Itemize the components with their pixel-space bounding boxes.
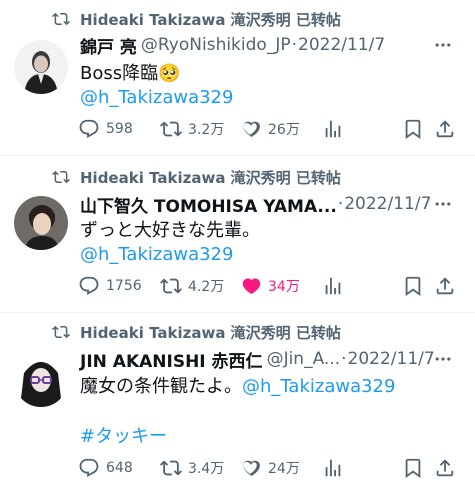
tweet-card[interactable]: Hideaki Takizawa 滝沢秀明 已转帖 山下智久 TOMOHISA … (0, 156, 475, 312)
share-button[interactable] (434, 116, 456, 142)
mention-link[interactable]: @h_Takizawa329 (80, 242, 233, 268)
avatar-image (14, 353, 68, 407)
retweet-icon (160, 457, 182, 479)
like-icon (240, 457, 262, 479)
tweet-text: 魔女の条件観たよ。@h_Takizawa329 (80, 374, 395, 400)
like-icon (240, 118, 262, 140)
tweet-date[interactable]: 2022/11/7 (348, 349, 435, 369)
action-bar: 1756 4.2万 34万 (78, 273, 458, 299)
tweet-date[interactable]: 2022/11/7 (344, 194, 431, 214)
avatar-image (14, 196, 68, 250)
share-icon (434, 275, 456, 297)
author-handle[interactable]: @RyoNishikido_JP (141, 35, 291, 55)
like-button[interactable]: 24万 (240, 455, 300, 481)
action-bar: 598 3.2万 26万 (78, 116, 458, 142)
reply-button[interactable]: 598 (78, 116, 133, 142)
mention-link[interactable]: @h_Takizawa329 (80, 85, 233, 111)
bookmark-icon (402, 457, 424, 479)
reply-count: 648 (106, 460, 133, 476)
retweet-icon (52, 10, 70, 28)
tweet-header: 山下智久 TOMOHISA YAMA... · 2022/11/7 (80, 192, 467, 217)
more-icon[interactable] (433, 35, 453, 55)
tweet-header: 錦戸 亮 @RyoNishikido_JP · 2022/11/7 (80, 33, 467, 58)
more-icon[interactable] (433, 194, 453, 214)
reply-icon (78, 118, 100, 140)
like-button[interactable]: 26万 (240, 116, 300, 142)
bookmark-button[interactable] (402, 273, 424, 299)
retweet-button[interactable]: 3.4万 (160, 455, 224, 481)
tweet-card[interactable]: Hideaki Takizawa 滝沢秀明 已转帖 錦戸 亮 @RyoNishi… (0, 0, 475, 155)
views-icon (322, 118, 344, 140)
retweet-icon (52, 168, 70, 186)
share-icon (434, 457, 456, 479)
tweet-header: JIN AKANISHI 赤西仁 @Jin_A... · 2022/11/7 (80, 347, 467, 372)
views-icon (322, 275, 344, 297)
tweet-card[interactable]: Hideaki Takizawa 滝沢秀明 已转帖 JIN AKANISHI 赤… (0, 313, 475, 500)
avatar[interactable] (14, 353, 68, 407)
tweet-text: ずっと大好きな先輩。 (80, 220, 260, 241)
reply-count: 598 (106, 121, 133, 137)
like-count: 24万 (268, 461, 300, 477)
retweet-icon (160, 275, 182, 297)
share-button[interactable] (434, 455, 456, 481)
avatar-image (14, 40, 68, 94)
views-icon (322, 457, 344, 479)
retweet-count: 3.2万 (188, 122, 225, 138)
views-button[interactable] (322, 116, 344, 142)
reply-button[interactable]: 648 (78, 455, 133, 481)
author-name[interactable]: JIN AKANISHI 赤西仁 (80, 347, 263, 372)
retweet-icon (160, 118, 182, 140)
bookmark-icon (402, 275, 424, 297)
share-button[interactable] (434, 273, 456, 299)
author-name[interactable]: 錦戸 亮 (80, 33, 137, 58)
reply-icon (78, 457, 100, 479)
reply-icon (78, 275, 100, 297)
mention-link[interactable]: @h_Takizawa329 (242, 376, 395, 397)
reply-count: 1756 (106, 278, 142, 294)
author-name[interactable]: 山下智久 TOMOHISA YAMA... (80, 192, 337, 217)
like-count: 34万 (268, 279, 300, 295)
author-handle[interactable]: @Jin_A... (267, 349, 341, 369)
like-button[interactable]: 34万 (240, 273, 300, 299)
bookmark-button[interactable] (402, 455, 424, 481)
retweet-button[interactable]: 3.2万 (160, 116, 224, 142)
retweet-context[interactable]: Hideaki Takizawa 滝沢秀明 已转帖 (52, 8, 341, 30)
tweet-date[interactable]: 2022/11/7 (298, 35, 385, 55)
retweeter-label: Hideaki Takizawa 滝沢秀明 已转帖 (80, 168, 341, 187)
views-button[interactable] (322, 273, 344, 299)
retweeter-label: Hideaki Takizawa 滝沢秀明 已转帖 (80, 323, 341, 342)
retweet-icon (52, 323, 70, 341)
like-icon (240, 275, 262, 297)
avatar[interactable] (14, 40, 68, 94)
tweet-text: Boss降臨🥺 (80, 63, 181, 84)
like-count: 26万 (268, 122, 300, 138)
separator-dot: · (337, 194, 344, 214)
bookmark-icon (402, 118, 424, 140)
retweet-count: 3.4万 (188, 461, 225, 477)
hashtag-link[interactable]: #タッキー (80, 424, 167, 450)
separator-dot: · (341, 349, 347, 369)
bookmark-button[interactable] (402, 116, 424, 142)
views-button[interactable] (322, 455, 344, 481)
retweet-button[interactable]: 4.2万 (160, 273, 224, 299)
tweet-text-body: 魔女の条件観たよ。 (80, 376, 242, 397)
retweeter-label: Hideaki Takizawa 滝沢秀明 已转帖 (80, 10, 341, 29)
retweet-count: 4.2万 (188, 279, 225, 295)
share-icon (434, 118, 456, 140)
action-bar: 648 3.4万 24万 (78, 455, 458, 481)
retweet-context[interactable]: Hideaki Takizawa 滝沢秀明 已转帖 (52, 321, 341, 343)
avatar[interactable] (14, 196, 68, 250)
more-icon[interactable] (433, 349, 453, 369)
separator-dot: · (291, 35, 297, 55)
reply-button[interactable]: 1756 (78, 273, 142, 299)
retweet-context[interactable]: Hideaki Takizawa 滝沢秀明 已转帖 (52, 166, 341, 188)
